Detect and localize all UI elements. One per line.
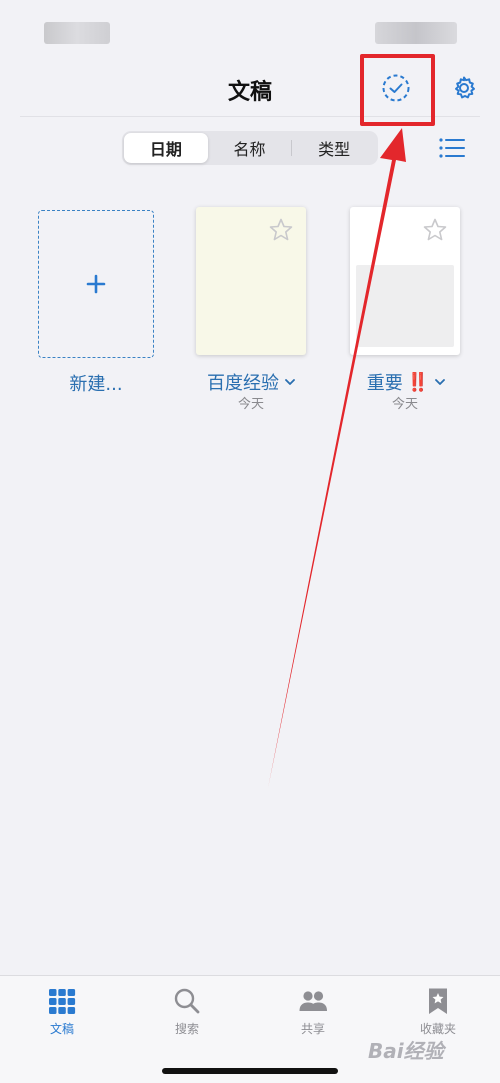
gear-icon [455, 76, 475, 99]
important-badge: ‼️ [406, 371, 430, 393]
people-icon [299, 991, 327, 1011]
document-preview-block [356, 265, 454, 347]
tab-favorites[interactable]: 收藏夹 [388, 986, 488, 1037]
plus-icon [86, 274, 106, 294]
settings-button[interactable] [450, 74, 478, 102]
bookmark-star-icon [429, 988, 447, 1014]
sort-option-date[interactable]: 日期 [124, 133, 208, 163]
list-view-button[interactable] [438, 136, 466, 160]
tab-label: 搜索 [174, 1022, 199, 1036]
star-icon[interactable] [422, 217, 448, 243]
document-title: 重要 [366, 373, 403, 394]
tab-documents[interactable]: 文稿 [12, 986, 112, 1037]
star-icon[interactable] [268, 217, 294, 243]
home-indicator[interactable] [162, 1068, 338, 1074]
sort-segmented-control: 日期 名称 类型 [122, 131, 378, 165]
watermark-text: Bai经验 [368, 1038, 444, 1063]
sort-option-type[interactable]: 类型 [292, 133, 376, 163]
document-title-row[interactable]: 百度经验 [186, 369, 316, 395]
document-title-row[interactable]: 重要 ‼️ [346, 369, 466, 395]
status-bar-right-blurred [375, 22, 457, 44]
tab-label: 共享 [300, 1022, 325, 1036]
document-thumbnail[interactable] [196, 207, 306, 355]
tab-bar: 文稿 搜索 共享 收藏夹 [0, 975, 500, 1083]
document-thumbnail[interactable] [350, 207, 460, 355]
status-bar-left-blurred [44, 22, 110, 44]
document-title: 百度经验 [207, 373, 279, 394]
chevron-down-icon [435, 379, 446, 385]
tab-label: 文稿 [49, 1022, 74, 1036]
tab-search[interactable]: 搜索 [137, 986, 237, 1037]
new-document-tile[interactable] [38, 210, 154, 358]
chevron-down-icon [285, 379, 295, 385]
grid-icon [49, 989, 76, 1014]
document-date: 今天 [391, 397, 418, 412]
watermark-logo: Bai经验 [368, 1036, 486, 1063]
tab-shared[interactable]: 共享 [263, 986, 363, 1037]
document-date: 今天 [237, 397, 264, 412]
annotation-highlight-box [360, 54, 435, 126]
new-document-label[interactable]: 新建... [38, 370, 154, 396]
list-view-icon [439, 138, 465, 158]
sort-option-name[interactable]: 名称 [208, 133, 292, 163]
search-icon [174, 988, 200, 1014]
